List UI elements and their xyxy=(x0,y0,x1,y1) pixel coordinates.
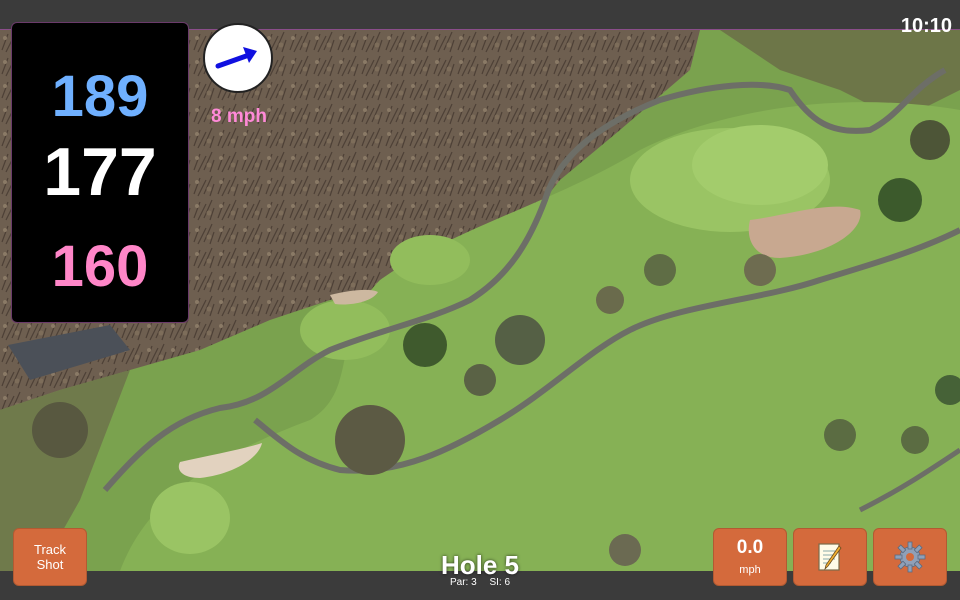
track-shot-label-2: Shot xyxy=(36,557,64,572)
front-distance: 160 xyxy=(51,234,149,299)
wind-speed: 8 mph xyxy=(211,106,267,127)
notes-button[interactable] xyxy=(793,528,867,586)
middle-distance: 177 xyxy=(43,134,157,210)
hole-par: Par: 3 xyxy=(449,577,477,588)
arrow-right-icon xyxy=(215,47,257,69)
speed-unit: mph xyxy=(739,564,761,576)
track-shot-label-1: Track xyxy=(33,542,67,557)
wind-indicator xyxy=(203,23,273,93)
lower-green xyxy=(150,482,230,554)
track-shot-button[interactable]: Track Shot xyxy=(13,528,87,586)
hole-info: Par: 3 SI: 6 xyxy=(400,577,560,589)
gear-icon xyxy=(894,541,926,573)
hole-title: Hole 5 xyxy=(440,550,520,580)
hole-si: SI: 6 xyxy=(489,577,511,588)
settings-button[interactable] xyxy=(873,528,947,586)
distance-panel: 189 177 160 xyxy=(11,22,189,323)
notepad-icon xyxy=(818,543,842,571)
clock: 10:10 xyxy=(900,15,952,37)
speed-value: 0.0 xyxy=(736,537,764,558)
back-distance: 189 xyxy=(51,64,149,129)
speed-button[interactable]: 0.0 mph xyxy=(713,528,787,586)
